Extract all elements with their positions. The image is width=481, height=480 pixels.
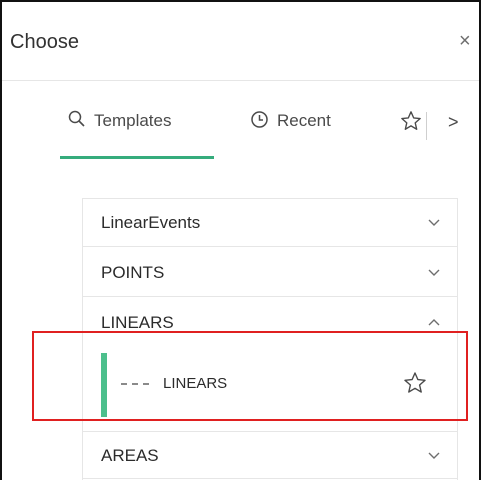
template-tabs: Templates Recent > — [60, 110, 479, 160]
tab-templates[interactable]: Templates — [68, 110, 171, 160]
active-tab-indicator — [60, 156, 214, 159]
group-areas[interactable]: AREAS — [83, 431, 457, 479]
selection-bar — [101, 353, 107, 417]
template-item-linears[interactable]: LINEARS — [83, 349, 457, 419]
search-icon — [68, 110, 86, 128]
template-list: LinearEvents POINTS LINEARS LINEARS AREA… — [82, 198, 458, 480]
tab-divider — [426, 112, 427, 140]
tab-recent[interactable]: Recent — [250, 110, 331, 160]
tab-favorites[interactable] — [400, 110, 422, 160]
chevron-down-icon — [427, 448, 441, 462]
group-label: AREAS — [101, 446, 159, 465]
panel-title: Choose — [10, 31, 79, 53]
chevron-down-icon — [427, 215, 441, 229]
line-symbol-swatch — [121, 383, 149, 387]
group-linears[interactable]: LINEARS — [83, 299, 457, 339]
tab-templates-label: Templates — [94, 111, 172, 130]
chevron-down-icon — [427, 265, 441, 279]
group-label: LINEARS — [101, 313, 174, 332]
group-linearevents[interactable]: LinearEvents — [83, 199, 457, 247]
star-icon — [400, 110, 422, 132]
group-label: LinearEvents — [101, 213, 201, 232]
chevron-right-icon[interactable]: > — [448, 112, 459, 132]
close-button[interactable]: × — [459, 31, 473, 51]
clock-icon — [250, 110, 269, 129]
group-points[interactable]: POINTS — [83, 249, 457, 297]
template-item-label: LINEARS — [163, 375, 228, 392]
star-icon[interactable] — [403, 371, 427, 395]
panel-header: Choose × — [2, 2, 479, 81]
chevron-up-icon — [427, 315, 441, 329]
choose-panel: Choose × Templates Recent > LinearEvents… — [0, 0, 481, 480]
group-label: POINTS — [101, 263, 165, 282]
tab-recent-label: Recent — [277, 111, 331, 130]
